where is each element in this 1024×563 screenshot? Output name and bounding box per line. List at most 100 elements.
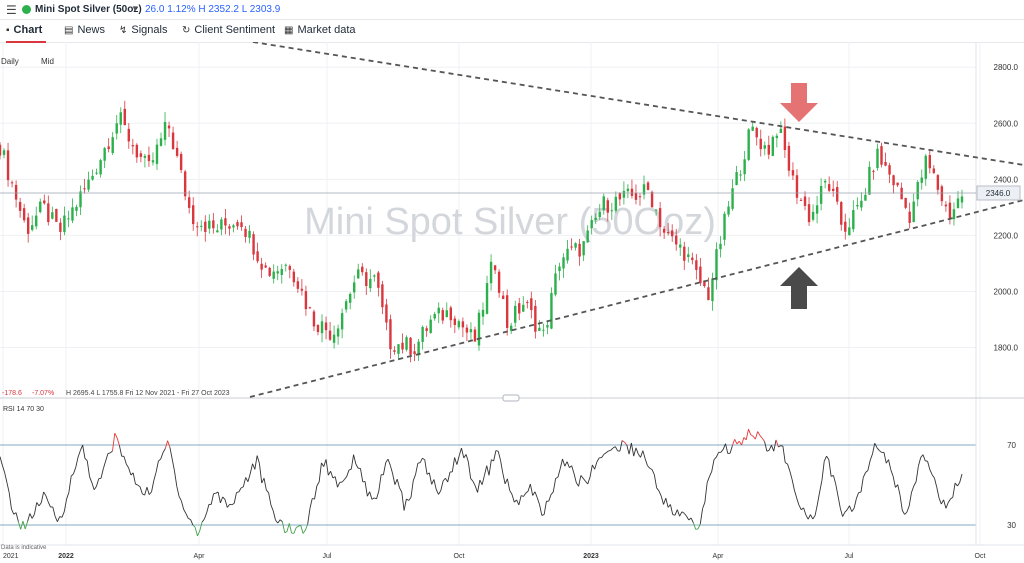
candle-body (300, 288, 304, 291)
candle-body (707, 287, 710, 301)
rsi-segment (148, 491, 152, 495)
rsi-segment (764, 441, 768, 452)
rsi-segment (922, 454, 926, 462)
candle-body (288, 266, 292, 270)
rsi-segment (745, 429, 749, 440)
candle-body (864, 194, 867, 201)
tab-client-sentiment[interactable]: ↻ Client Sentiment (182, 20, 275, 41)
candle-body (675, 235, 678, 245)
rsi-segment (626, 444, 630, 455)
time-tick-label: Oct (975, 553, 986, 560)
tab-signals[interactable]: ↯ Signals (119, 20, 167, 41)
rsi-segment (938, 497, 942, 505)
rsi-segment (734, 439, 738, 445)
candle-body (799, 199, 803, 201)
price-type-label[interactable]: Mid (41, 57, 54, 66)
tab-news[interactable]: ▤ News (64, 20, 105, 41)
rsi-segment (699, 508, 704, 525)
candle-body (304, 291, 308, 310)
candle-body (18, 201, 22, 211)
rsi-segment (224, 499, 228, 508)
rsi-segment (323, 459, 327, 467)
rsi-tick-label: 70 (1007, 441, 1016, 450)
rsi-segment (399, 487, 403, 493)
upper-trendline[interactable] (252, 42, 1024, 166)
rsi-segment (43, 491, 47, 497)
price-chart[interactable]: Daily Mid Mini Spot Silver (50Ooz) 1800.… (0, 42, 1024, 563)
rsi-segment (520, 495, 524, 497)
tab-market-data[interactable]: ▦ Market data (284, 20, 356, 41)
rsi-segment (543, 501, 547, 515)
instrument-name[interactable]: Mini Spot Silver (50oz) (35, 4, 142, 15)
rsi-segment (750, 434, 754, 437)
rsi-segment (281, 521, 286, 533)
rsi-segment (458, 447, 462, 456)
rsi-segment (578, 475, 582, 487)
candle-body (111, 137, 114, 153)
rsi-segment (314, 485, 318, 500)
tab-market-data-label: Market data (297, 24, 356, 36)
rsi-segment (376, 490, 380, 499)
candle-body (224, 218, 227, 226)
rsi-segment (773, 439, 777, 452)
candle-body (409, 337, 412, 355)
rsi-segment (176, 486, 180, 497)
candle-body (872, 170, 875, 172)
candle-body (296, 281, 300, 289)
rsi-segment (341, 479, 345, 483)
rsi-segment (270, 504, 274, 511)
price-axis-labels: 1800.0 2000.0 2200.0 2400.0 2600.0 2800.0 (994, 63, 1019, 352)
rsi-segment (428, 472, 433, 485)
candle-body (385, 304, 388, 323)
candle-body (823, 180, 827, 183)
rsi-segment (720, 449, 724, 453)
rsi-segment (153, 471, 157, 481)
pane-resize-handle[interactable] (502, 394, 520, 402)
rsi-label[interactable]: RSI 14 70 30 (3, 406, 44, 413)
candle-body (328, 330, 332, 340)
candle-body (928, 155, 931, 169)
rsi-segment (686, 515, 690, 521)
rsi-segment (258, 463, 263, 484)
candle-body (522, 304, 525, 312)
time-tick-label: Oct (454, 553, 465, 560)
rsi-segment (445, 478, 449, 483)
rsi-segment (112, 433, 116, 452)
candle-body (570, 246, 573, 248)
rsi-segment (463, 454, 467, 459)
hamburger-menu-icon[interactable]: ☰ (6, 3, 17, 17)
rsi-segment (240, 486, 244, 489)
rsi-segment (123, 456, 127, 465)
candle-body (256, 251, 259, 262)
rsi-segment (233, 492, 237, 504)
rsi-segment (862, 472, 866, 478)
rsi-segment (465, 454, 469, 463)
rsi-segment (536, 497, 540, 505)
rsi-segment (904, 511, 908, 515)
rsi-segment (75, 456, 79, 468)
chevron-down-icon[interactable]: ▼ (131, 4, 139, 13)
candle-body (155, 144, 159, 164)
rsi-segment (757, 431, 761, 436)
tab-news-label: News (77, 24, 105, 36)
rsi-segment (513, 499, 517, 503)
candle-body (518, 303, 521, 314)
candle-body (844, 221, 847, 232)
candle-body (735, 172, 738, 186)
rsi-segment (454, 457, 458, 465)
candle-body (2, 150, 6, 155)
candle-body (179, 153, 183, 171)
candle-body (252, 234, 255, 255)
candle-body (501, 295, 505, 300)
rsi-segment (369, 491, 373, 500)
rsi-segment (782, 446, 786, 463)
price-quote: 26.0 1.12% H 2352.2 L 2303.9 (145, 4, 281, 15)
rsi-segment (265, 489, 269, 494)
interval-label[interactable]: Daily (1, 57, 19, 66)
rsi-segment (839, 508, 844, 517)
rsi-segment (337, 482, 341, 488)
tab-chart[interactable]: ▪ Chart (6, 20, 46, 43)
candle-body (413, 351, 416, 354)
rsi-segment (378, 474, 382, 491)
candle-body (139, 153, 143, 157)
